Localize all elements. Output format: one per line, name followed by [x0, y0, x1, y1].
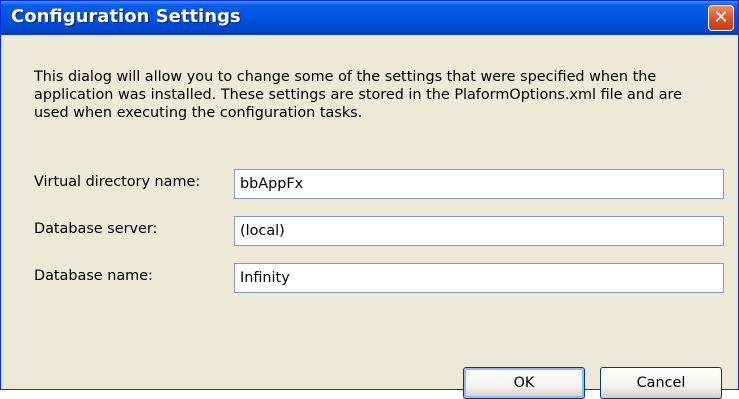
dialog-window: Configuration Settings ✕ This dialog wil…: [0, 0, 739, 399]
description-text: This dialog will allow you to change som…: [34, 69, 682, 121]
virtual-directory-label: Virtual directory name:: [34, 174, 201, 190]
database-name-label: Database name:: [34, 268, 153, 284]
title-bar[interactable]: Configuration Settings ✕: [1, 1, 738, 35]
database-server-label: Database server:: [34, 221, 158, 237]
cancel-button[interactable]: Cancel: [600, 367, 722, 399]
dialog-body: This dialog will allow you to change som…: [5, 35, 734, 399]
close-button[interactable]: ✕: [708, 5, 734, 31]
database-server-input[interactable]: [234, 216, 724, 246]
database-name-input[interactable]: [234, 263, 724, 293]
window-title: Configuration Settings: [11, 6, 241, 27]
virtual-directory-input[interactable]: [234, 169, 724, 199]
ok-button[interactable]: OK: [463, 367, 585, 399]
close-icon: ✕: [713, 7, 729, 28]
